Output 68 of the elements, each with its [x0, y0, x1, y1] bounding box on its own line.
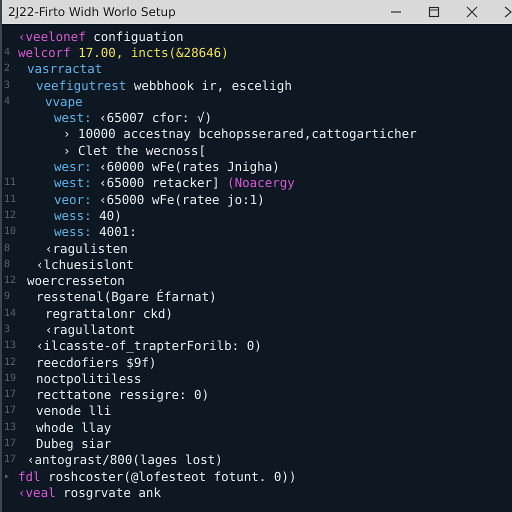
code-token: reecdofiers $9f) [36, 354, 156, 370]
code-token: 17.00, incts(&28646) [78, 44, 229, 60]
code-token: › 10000 accestnay bcehopsserared‚cattogarticher [63, 126, 417, 142]
code-token: vasrractat [27, 61, 102, 76]
code-token: welcorf [18, 44, 71, 60]
chevron-icon[interactable] [504, 6, 512, 18]
line-number: 13 [4, 422, 16, 433]
line-number: 9 [4, 291, 10, 302]
line-number: 3 [4, 80, 10, 91]
line-number: 8 [4, 242, 10, 254]
code-token: ‹ragulisten [45, 240, 128, 256]
code-token: ‹60000 wFe(rates Jnigha) [99, 159, 280, 174]
code-token: resstenal(Bgare Éfarnat) [36, 289, 217, 304]
code-token: roshcoster(@lofesteot fotunt. 0)) [48, 468, 296, 484]
line-number: 8 [4, 258, 10, 270]
code-token: wesr: [54, 159, 92, 174]
code-token: ‹65007 cfor: √) [99, 110, 212, 126]
code-token: woercresseton [27, 273, 125, 288]
code-token: noctpolitiless [36, 370, 142, 386]
line-number: 17 [4, 405, 16, 416]
maximize-icon[interactable] [428, 6, 440, 18]
code-token: configuation [93, 28, 184, 44]
code-token: west: [54, 175, 92, 190]
code-token: wess: [54, 208, 92, 223]
code-token: veor: [54, 192, 92, 207]
code-token: ‹veal [18, 484, 56, 500]
code-token: wess: [54, 224, 92, 240]
line-number: 12 [4, 275, 16, 286]
code-token: venode lli [36, 403, 112, 418]
code-token: › Clet the wecnoss[ [63, 142, 206, 158]
code-token: ‹veelonef [18, 28, 86, 44]
window-title: 2J22-Firto Widh Worlo Setup [8, 5, 176, 19]
code-token: (Noacergy [227, 175, 295, 190]
line-number: 4 [4, 96, 10, 107]
code-token: vvape [45, 94, 83, 109]
line-number: 14 [4, 308, 16, 319]
line-number: 12 [4, 356, 16, 368]
close-icon[interactable] [466, 6, 478, 18]
code-token: whode llay [36, 420, 112, 435]
code-token: regrattalonr ckd) [45, 306, 173, 321]
code-token: west: [54, 110, 92, 126]
code-token: ‹65000 wFe(ratee jo:1) [99, 192, 265, 207]
line-number: 11 [4, 177, 16, 188]
code-token: webbhook ir, esceligh [134, 78, 292, 93]
line-number: 17 [4, 389, 16, 400]
line-number: 10 [4, 226, 16, 238]
code-token: recttatone ressigre: 0) [36, 387, 210, 402]
code-token: 4001: [99, 224, 137, 240]
code-token: Dubeg siar [36, 436, 112, 452]
code-token: veefigutrest [36, 78, 126, 93]
code-token: ‹antograst/800(lages lost) [27, 452, 223, 468]
code-token: rosgrvate ank [63, 484, 161, 500]
line-number: 11 [4, 194, 16, 205]
code-token: ‹65000 retacker] [99, 175, 220, 190]
code-token: ‹ilcasste-of_trapterForilb: 0) [36, 338, 262, 354]
line-number: 17 [4, 438, 16, 450]
line-number: 19 [4, 372, 16, 384]
code-token: 40) [99, 208, 122, 223]
code-token: fdl [18, 468, 41, 484]
line-number: 3 [4, 324, 10, 335]
code-token: ‹lchuesislont [36, 256, 134, 272]
code-token: ‹ragullatont [45, 322, 136, 337]
line-number: 13 [4, 340, 16, 352]
line-number: 12 [4, 210, 16, 221]
line-number: 17 [4, 454, 16, 466]
line-number: 4 [4, 46, 10, 58]
line-number: ▸ [4, 470, 10, 482]
line-number: 2 [4, 63, 10, 74]
